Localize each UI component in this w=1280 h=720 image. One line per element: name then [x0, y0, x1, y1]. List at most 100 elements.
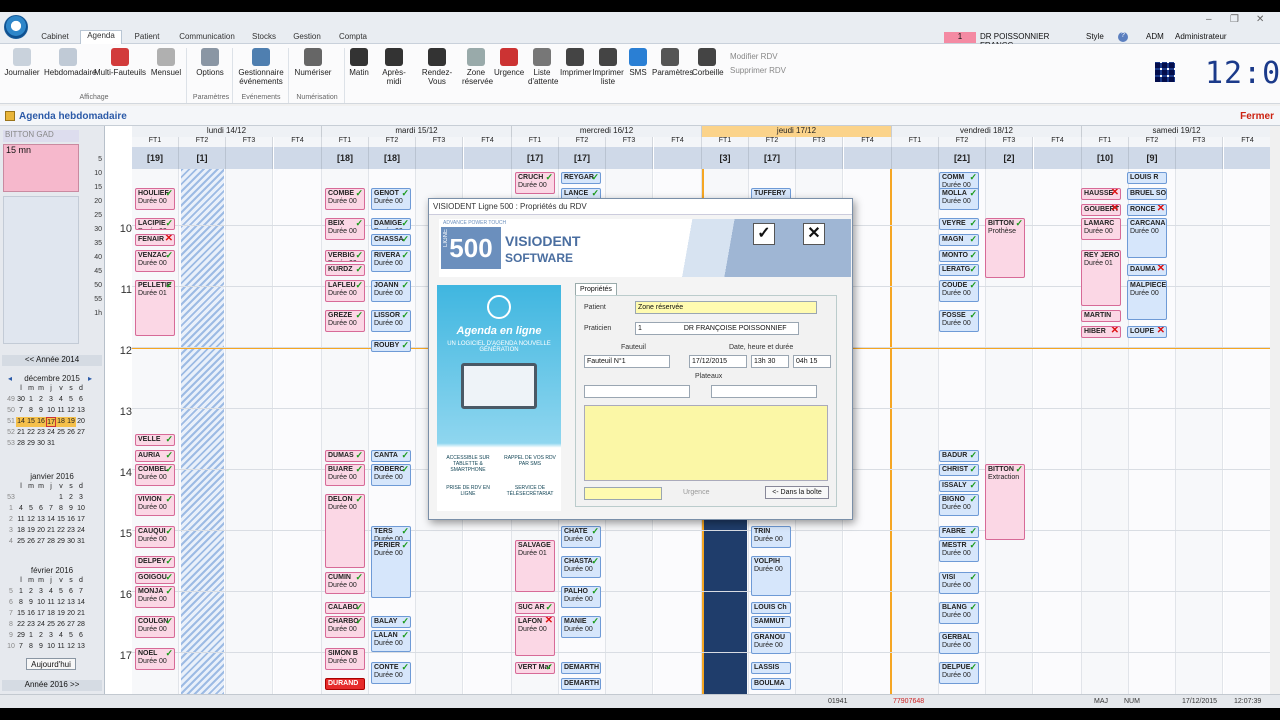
appointment[interactable]: DEMARTH: [561, 662, 601, 674]
appointment[interactable]: HIBER ✕: [1081, 326, 1121, 338]
interval-box[interactable]: 15 mn: [3, 144, 79, 192]
appointment[interactable]: DAMIGEDurée 00✓: [371, 218, 411, 230]
appointment[interactable]: DURAND: [325, 678, 365, 690]
close-window-icon[interactable]: ✕: [1256, 14, 1264, 25]
calendar-day[interactable]: 1: [26, 395, 36, 405]
chair-column[interactable]: [892, 169, 939, 694]
calendar-day[interactable]: 2: [26, 587, 36, 597]
appointment[interactable]: MARTIN: [1081, 310, 1121, 322]
chair-column[interactable]: [226, 169, 273, 694]
calendar-day[interactable]: 26: [26, 537, 36, 547]
close-agenda-button[interactable]: Fermer: [1240, 111, 1274, 122]
calendar-day[interactable]: 31: [76, 537, 86, 547]
calendar-day[interactable]: 1: [16, 587, 26, 597]
appointment[interactable]: LAFLEU Durée 00 ✓: [325, 280, 365, 302]
appointment[interactable]: LASSIS: [751, 662, 791, 674]
menu-tab-communication[interactable]: Communication: [176, 32, 238, 44]
appointment[interactable]: COULGN Durée 00 ✓: [135, 616, 175, 638]
calendar-day[interactable]: 11: [16, 515, 26, 525]
appointment[interactable]: SIMON B Durée 00: [325, 648, 365, 670]
appointment[interactable]: REYGAR ✓: [561, 172, 601, 184]
calendar-day[interactable]: 4: [56, 631, 66, 641]
calendar-day[interactable]: 9: [36, 642, 46, 652]
ribbon-btn-2[interactable]: Multi-Fauteuils: [94, 48, 146, 98]
ribbon-btn-15[interactable]: SMS: [628, 48, 648, 98]
calendar-day[interactable]: 14: [46, 515, 56, 525]
plateau-select-2[interactable]: [711, 385, 817, 398]
ribbon-btn-4[interactable]: Options: [193, 48, 227, 98]
calendar-day[interactable]: 26: [66, 428, 76, 438]
appointment[interactable]: VEYRE ✓: [939, 218, 979, 230]
calendar-day[interactable]: 13: [66, 598, 76, 608]
calendar-day[interactable]: 3: [36, 587, 46, 597]
appointment[interactable]: RIVERA Durée 00 ✓: [371, 250, 411, 272]
calendar-day[interactable]: 15: [26, 417, 36, 427]
appointment[interactable]: DEMARTH: [561, 678, 601, 690]
calendar-day[interactable]: 19: [56, 609, 66, 619]
calendar-day[interactable]: 20: [76, 417, 86, 427]
ribbon-btn-10[interactable]: Zone réservée: [462, 48, 493, 98]
appointment[interactable]: LAFON Durée 00 ✕: [515, 616, 555, 656]
calendar-day[interactable]: 13: [36, 515, 46, 525]
delete-rdv-button[interactable]: Supprimer RDV: [730, 66, 786, 75]
appointment[interactable]: DELPEY ✓: [135, 556, 175, 568]
appointment[interactable]: MALPIECE Durée 00: [1127, 280, 1167, 320]
ribbon-btn-17[interactable]: Corbeille: [692, 48, 724, 98]
appointment[interactable]: GREZE Durée 00 ✓: [325, 310, 365, 332]
appointment[interactable]: BALAY ✓: [371, 616, 411, 628]
confirm-button[interactable]: ✓: [753, 223, 775, 245]
appointment[interactable]: CAUQUI Durée 00 ✓: [135, 526, 175, 548]
calendar-day[interactable]: 10: [36, 598, 46, 608]
appointment[interactable]: BEIX Durée 00 ✓: [325, 218, 365, 240]
calendar-day[interactable]: 15: [56, 515, 66, 525]
menu-tab-patient[interactable]: Patient: [130, 32, 164, 44]
calendar-day[interactable]: 9: [66, 504, 76, 514]
calendar-day[interactable]: 4: [16, 504, 26, 514]
calendar-day[interactable]: 13: [76, 642, 86, 652]
ribbon-btn-0[interactable]: Journalier: [4, 48, 40, 98]
appointment[interactable]: GOUBERT ✕: [1081, 204, 1121, 216]
day-header[interactable]: mardi 15/12: [322, 126, 512, 137]
appointment[interactable]: MONTO ✓: [939, 250, 979, 262]
calendar-day[interactable]: 3: [46, 395, 56, 405]
appointment[interactable]: FOSSE Durée 00 ✓: [939, 310, 979, 332]
appointment[interactable]: GOIGOU ✓: [135, 572, 175, 584]
calendar-day[interactable]: [26, 493, 36, 503]
appointment[interactable]: FENAIR ✕: [135, 234, 175, 246]
appointment[interactable]: CHRIST ✓: [939, 464, 979, 476]
appointment[interactable]: DELON Durée 00 ✓: [325, 494, 365, 568]
ribbon-btn-9[interactable]: Rendez-Vous: [414, 48, 460, 98]
calendar-day[interactable]: 3: [76, 493, 86, 503]
appointment[interactable]: LOUIS Ch: [751, 602, 791, 614]
calendar-day[interactable]: 27: [36, 537, 46, 547]
calendar-day[interactable]: 17: [46, 417, 56, 427]
appointment[interactable]: BLANG Durée 00 ✓: [939, 602, 979, 624]
calendar-day[interactable]: 8: [26, 642, 36, 652]
calendar-day[interactable]: 16: [36, 417, 46, 427]
calendar-day[interactable]: 29: [56, 537, 66, 547]
ribbon-btn-16[interactable]: Paramètres: [652, 48, 693, 98]
appointment[interactable]: ISSALY ✓: [939, 480, 979, 492]
appointment[interactable]: PERIER Durée 00 ✓: [371, 540, 411, 598]
date-field[interactable]: 17/12/2015: [689, 355, 747, 368]
appointment[interactable]: AURIA ✓: [135, 450, 175, 462]
properties-tab[interactable]: Propriétés: [575, 283, 617, 295]
prev-month-icon[interactable]: ◂: [8, 374, 12, 383]
appointment[interactable]: FABRE ✓: [939, 526, 979, 538]
calendar-day[interactable]: 9: [36, 406, 46, 416]
appointment[interactable]: VISI Durée 00 ✓: [939, 572, 979, 594]
appointment[interactable]: SALVAGE Durée 01: [515, 540, 555, 592]
calendar-day[interactable]: 27: [76, 428, 86, 438]
calendar-day[interactable]: [46, 493, 56, 503]
appointment[interactable]: CRUCH Durée 00 ✓: [515, 172, 555, 194]
calendar-day[interactable]: 10: [46, 642, 56, 652]
calendar-day[interactable]: 24: [46, 428, 56, 438]
ribbon-btn-5[interactable]: Gestionnaire événements: [236, 48, 286, 98]
chair-column[interactable]: [1034, 169, 1082, 694]
calendar-day[interactable]: 5: [56, 587, 66, 597]
calendar-day[interactable]: 8: [26, 406, 36, 416]
chair-column[interactable]: [1176, 169, 1223, 694]
calendar-day[interactable]: 21: [46, 526, 56, 536]
calendar-day[interactable]: [66, 439, 76, 449]
calendar-day[interactable]: 10: [76, 504, 86, 514]
